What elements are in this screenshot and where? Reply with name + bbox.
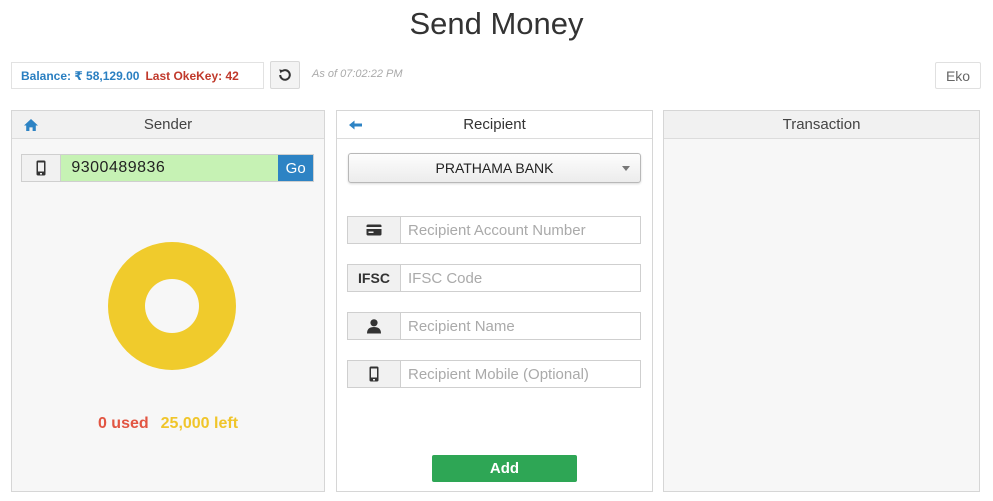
bank-select-value: PRATHAMA BANK: [435, 160, 554, 176]
add-recipient-button[interactable]: Add: [432, 455, 577, 482]
ifsc-group: IFSC: [347, 264, 641, 292]
as-of-timestamp: As of 07:02:22 PM: [312, 68, 403, 80]
sender-mobile-input[interactable]: [61, 155, 279, 181]
mobile-phone-icon: [369, 366, 379, 382]
account-number-input[interactable]: [401, 217, 640, 243]
page-title: Send Money: [409, 6, 584, 41]
recipient-mobile-group: [347, 360, 641, 388]
refresh-button[interactable]: [270, 61, 300, 89]
sender-title: Sender: [143, 116, 193, 133]
balance-text: Balance: ₹ 58,129.00: [21, 68, 140, 83]
account-addon: [348, 217, 401, 243]
recipient-panel: Recipient PRATHAMA BANK IFSC: [336, 110, 653, 492]
last-okekey-text: Last OkeKey: 42: [145, 68, 239, 83]
status-bar: Balance: ₹ 58,129.00 Last OkeKey: 42: [11, 62, 264, 89]
used-amount: 0 used: [97, 415, 149, 432]
mobile-phone-icon: [36, 160, 46, 176]
recipient-title: Recipient: [463, 116, 526, 133]
eko-button[interactable]: Eko: [935, 62, 981, 89]
mobile-addon: [22, 155, 62, 181]
recipient-name-input[interactable]: [401, 313, 640, 339]
transaction-panel: Transaction: [663, 110, 980, 492]
ifsc-addon: IFSC: [348, 265, 401, 291]
sender-mobile-group: Go: [21, 154, 314, 182]
limit-usage-text: 0 used 25,000 left: [12, 415, 324, 433]
transaction-title: Transaction: [782, 116, 861, 133]
account-number-group: [347, 216, 641, 244]
recipient-mobile-input[interactable]: [401, 361, 640, 387]
credit-card-icon: [366, 224, 382, 236]
name-addon: [348, 313, 401, 339]
home-icon[interactable]: [23, 117, 39, 133]
left-amount: 25,000 left: [160, 415, 239, 432]
bank-select[interactable]: PRATHAMA BANK: [348, 153, 641, 183]
go-button[interactable]: Go: [278, 155, 313, 181]
ifsc-input[interactable]: [401, 265, 640, 291]
limit-usage-donut: [108, 242, 236, 370]
back-arrow-icon[interactable]: [348, 117, 364, 133]
refresh-icon: [279, 69, 291, 81]
recipient-name-group: [347, 312, 641, 340]
sender-panel-header: Sender: [12, 111, 324, 139]
recipient-panel-header: Recipient: [337, 111, 652, 139]
recipient-mobile-addon: [348, 361, 401, 387]
user-icon: [367, 319, 381, 334]
sender-panel: Sender Go 0 used 25,000 left: [11, 110, 325, 492]
transaction-panel-header: Transaction: [664, 111, 979, 139]
chevron-down-icon: [622, 166, 630, 171]
